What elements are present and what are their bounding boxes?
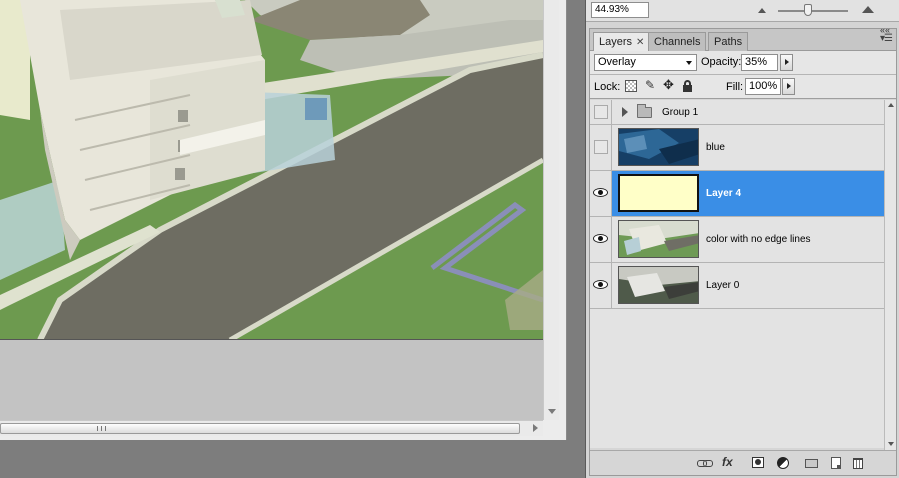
tab-paths[interactable]: Paths [708,32,749,51]
fill-label: Fill: [726,81,744,93]
layer-thumbnail [618,266,699,304]
visibility-toggle[interactable] [590,263,612,308]
lock-transparency-icon[interactable] [625,80,637,92]
eye-icon [593,280,608,289]
scroll-right-icon[interactable] [533,424,538,432]
vertical-scrollbar[interactable] [543,0,559,420]
layer-list: Group 1 blue Layer 4 color with no edge … [590,100,884,448]
layer-name: blue [706,142,725,153]
zoom-in-icon[interactable] [862,6,874,13]
scroll-up-icon[interactable] [888,103,894,107]
eye-icon [593,188,608,197]
lock-row: Lock: ✎ ✥ Fill: 100% [590,75,896,99]
horizontal-scroll-thumb[interactable] [0,423,520,434]
panel-tab-bar: Layers ✕ Channels Paths «« ▾☰ [590,25,896,52]
canvas-image[interactable] [0,0,543,340]
zoom-out-icon[interactable] [758,8,766,13]
layer-name: Layer 0 [706,280,740,291]
zoom-input[interactable]: 44.93% [591,2,649,18]
workspace-background [0,440,585,478]
document-window [0,0,567,440]
opacity-input[interactable]: 35% [741,54,778,71]
panel-dock: 44.93% Layers ✕ Channels Paths «« ▾☰ Over… [585,0,899,478]
workspace-background [567,0,585,478]
blend-mode-select[interactable]: Overlay [594,54,697,71]
tab-layers[interactable]: Layers ✕ [593,32,651,52]
blend-options-row: Overlay Opacity: 35% [590,51,896,75]
tab-channels[interactable]: Channels [648,32,707,51]
fill-slider-button[interactable] [782,78,795,95]
close-icon[interactable]: ✕ [636,37,644,48]
fill-input[interactable]: 100% [745,78,781,95]
visibility-toggle[interactable] [590,125,612,170]
layer-name: Group 1 [662,107,699,118]
thumbnail-image [619,129,698,165]
opacity-slider-button[interactable] [780,54,793,71]
lock-all-icon[interactable] [682,80,694,92]
expand-arrow-icon[interactable] [622,107,628,117]
adjustment-layer-icon[interactable] [777,457,789,469]
layers-scrollbar[interactable] [884,100,896,450]
tab-label: Layers [599,36,633,48]
opacity-label: Opacity: [701,56,742,68]
layer-thumbnail [618,128,699,166]
layer-row-color-with-no-edge-lines[interactable]: color with no edge lines [590,217,884,263]
visibility-toggle[interactable] [590,217,612,262]
layer-row-group-1[interactable]: Group 1 [590,100,884,125]
layer-thumbnail [618,220,699,258]
visibility-off-box [594,140,608,154]
lock-label: Lock: [594,81,621,93]
layer-name: color with no edge lines [706,234,811,245]
grip-icon [97,426,106,431]
folder-icon [637,104,652,118]
canvas-area[interactable] [0,0,543,420]
chevron-down-icon [686,61,692,65]
zoom-slider-thumb[interactable] [804,4,812,16]
thumbnail-image [619,267,698,303]
layer-name: Layer 4 [706,188,742,199]
layer-row-blue[interactable]: blue [590,125,884,171]
panel-menu-icon[interactable]: ▾☰ [880,33,893,44]
link-layers-icon[interactable] [697,457,713,469]
lock-position-icon[interactable]: ✥ [663,77,675,92]
blend-mode-value: Overlay [598,56,636,68]
visibility-toggle[interactable] [590,100,612,124]
thumbnail-image [619,221,698,257]
horizontal-scrollbar[interactable] [0,420,543,436]
scroll-down-icon[interactable] [888,442,894,446]
layer-row-layer-0[interactable]: Layer 0 [590,263,884,309]
layer-thumbnail [618,174,699,212]
eye-icon [593,234,608,243]
add-mask-icon[interactable] [752,457,764,468]
layer-row-layer-4[interactable]: Layer 4 [590,171,884,217]
lock-pixels-icon[interactable]: ✎ [645,78,657,92]
tab-label: Paths [714,36,743,48]
layers-panel: Layers ✕ Channels Paths «« ▾☰ Overlay Opa… [589,25,897,476]
layers-bottom-toolbar: fx [590,450,896,475]
architectural-render [0,0,543,339]
visibility-toggle[interactable] [590,171,612,216]
delete-layer-icon[interactable] [853,458,863,469]
new-group-icon[interactable] [805,459,818,468]
scroll-down-icon[interactable] [548,409,556,414]
visibility-off-box [594,105,608,119]
new-layer-icon[interactable] [831,457,841,469]
layer-style-icon[interactable]: fx [722,455,733,469]
zoom-slider[interactable] [778,10,848,12]
tab-label: Channels [654,36,701,48]
navigator-panel: 44.93% [586,0,899,22]
